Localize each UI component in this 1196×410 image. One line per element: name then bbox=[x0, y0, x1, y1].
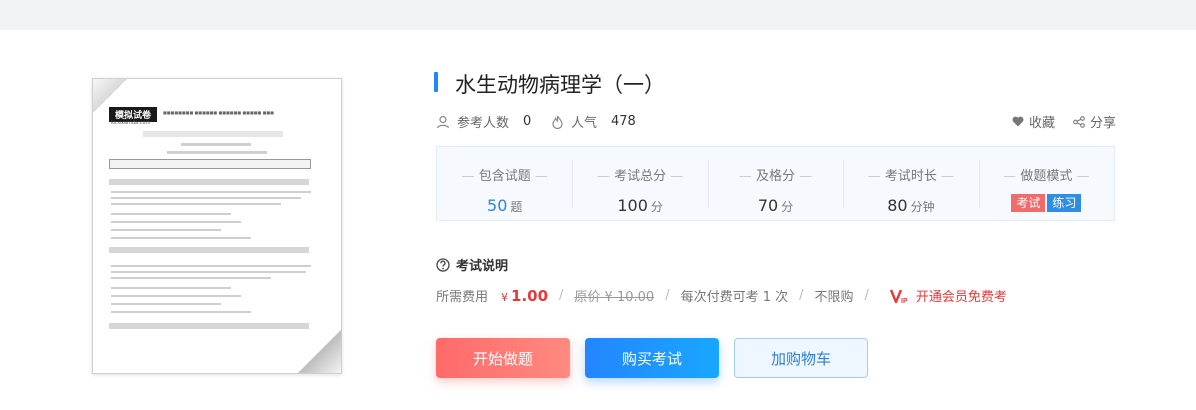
paper-text-line bbox=[111, 295, 241, 297]
popularity-meta: 人气 478 bbox=[551, 112, 636, 131]
stat-total-score-value: 100 bbox=[617, 196, 648, 215]
vip-text: 开通会员免费考 bbox=[915, 290, 1007, 305]
svg-text:IP: IP bbox=[901, 298, 908, 304]
participants-value: 0 bbox=[523, 114, 532, 129]
stat-questions-value: 50 bbox=[487, 196, 508, 215]
share-button[interactable]: 分享 bbox=[1073, 112, 1116, 131]
participants-meta: 参考人数 0 bbox=[436, 112, 531, 131]
paper-text-line bbox=[111, 197, 301, 199]
participants-label: 参考人数 bbox=[457, 116, 510, 131]
fee-label: 所需费用 bbox=[436, 290, 489, 305]
question-circle-icon bbox=[436, 257, 450, 272]
paper-site: ks.examda.com bbox=[111, 120, 151, 126]
paper-text-line bbox=[111, 287, 231, 289]
paper-text-line bbox=[111, 221, 241, 223]
stat-duration-unit: 分钟 bbox=[910, 200, 935, 214]
paper-answer-band bbox=[109, 323, 309, 329]
price-amount: 1.00 bbox=[511, 286, 549, 305]
stat-duration: — 考试时长 — 80 分钟 bbox=[843, 147, 978, 220]
paper-section-band bbox=[109, 179, 309, 185]
original-price: 原价 ¥ 10.00 bbox=[574, 290, 655, 305]
paper-tabs bbox=[109, 159, 311, 169]
mode-exam-tag[interactable]: 考试 bbox=[1011, 194, 1046, 212]
stat-total-score-unit: 分 bbox=[650, 200, 663, 214]
purchase-limit: 不限购 bbox=[814, 290, 854, 305]
stat-questions: — 包含试题 — 50 题 bbox=[461, 169, 548, 215]
user-icon bbox=[436, 115, 450, 128]
paper-text-line bbox=[111, 271, 306, 273]
stats-panel: — 包含试题 — 50 题 — 考试总分 — 100 分 — 及格分 — 70 分 —… bbox=[436, 146, 1115, 221]
buy-exam-button[interactable]: 购买考试 bbox=[585, 338, 719, 378]
vip-icon: IP bbox=[889, 289, 908, 304]
stat-pass-score-value: 70 bbox=[757, 196, 779, 215]
paper-meta-line bbox=[167, 151, 267, 154]
mode-practice-tag[interactable]: 练习 bbox=[1047, 194, 1082, 212]
stat-duration-label: 考试时长 bbox=[884, 169, 937, 184]
exam-info-heading: 考试说明 bbox=[436, 255, 508, 274]
paper-meta-line bbox=[181, 143, 251, 146]
per-pay-note: 每次付费可考 1 次 bbox=[680, 290, 789, 305]
card-actions: 收藏 分享 bbox=[994, 112, 1116, 131]
title-accent-bar bbox=[434, 72, 438, 92]
page-curl-bottom bbox=[297, 329, 341, 373]
stat-pass-score-label: 及格分 bbox=[756, 169, 796, 184]
stat-total-score-label: 考试总分 bbox=[614, 169, 667, 184]
paper-text-line bbox=[111, 237, 251, 239]
paper-text-line bbox=[111, 229, 221, 231]
paper-header-info: ■■■■■■■■ ■■■■■■ ■■■■■■ ■■■■■ ■■■ bbox=[163, 110, 274, 115]
add-to-cart-button[interactable]: 加购物车 bbox=[734, 338, 868, 378]
vip-link[interactable]: IP 开通会员免费考 bbox=[889, 286, 1007, 305]
favorite-label: 收藏 bbox=[1028, 116, 1055, 131]
paper-text-line bbox=[111, 277, 271, 279]
popularity-value: 478 bbox=[611, 114, 636, 129]
paper-title-blur bbox=[143, 131, 283, 137]
stat-questions-unit: 题 bbox=[510, 200, 523, 214]
paper-answer-band bbox=[109, 247, 309, 253]
flame-icon bbox=[552, 115, 563, 129]
start-practice-button[interactable]: 开始做题 bbox=[436, 338, 570, 378]
exam-title: 水生动物病理学（一） bbox=[455, 73, 665, 97]
paper-thumbnail: 模拟试卷 ks.examda.com ■■■■■■■■ ■■■■■■ ■■■■■… bbox=[92, 78, 342, 374]
share-icon bbox=[1073, 115, 1085, 128]
stat-duration-value: 80 bbox=[887, 196, 908, 215]
top-band bbox=[0, 0, 1196, 30]
price-line: 所需费用 ¥1.00 / 原价 ¥ 10.00 / 每次付费可考 1 次 / 不… bbox=[436, 286, 1007, 306]
price-currency: ¥ bbox=[501, 290, 509, 304]
stat-mode: — 做题模式 — 考试 练习 bbox=[978, 147, 1114, 220]
share-label: 分享 bbox=[1089, 116, 1116, 131]
paper-text-line bbox=[111, 311, 251, 313]
stat-total-score: — 考试总分 — 100 分 bbox=[572, 147, 707, 220]
stat-pass-score-unit: 分 bbox=[781, 200, 794, 214]
favorite-button[interactable]: 收藏 bbox=[1012, 112, 1055, 131]
popularity-label: 人气 bbox=[571, 116, 598, 131]
stat-mode-label: 做题模式 bbox=[1020, 169, 1073, 184]
price-value: ¥1.00 bbox=[501, 287, 548, 305]
paper-text-line bbox=[111, 191, 311, 193]
stat-pass-score: — 及格分 — 70 分 bbox=[707, 147, 843, 220]
paper-text-line bbox=[111, 303, 221, 305]
exam-info-title: 考试说明 bbox=[456, 259, 509, 274]
paper-text-line bbox=[111, 265, 311, 267]
paper-text-line bbox=[111, 213, 231, 215]
paper-text-line bbox=[111, 203, 281, 205]
stat-questions-label: 包含试题 bbox=[478, 169, 531, 184]
heart-icon bbox=[1012, 116, 1024, 127]
